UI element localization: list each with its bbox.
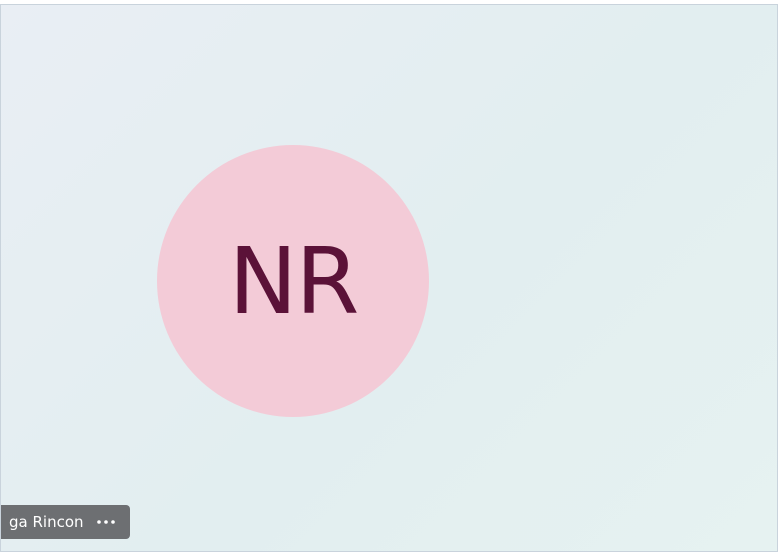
participant-name-label: ga Rincon xyxy=(9,513,84,531)
participant-avatar: NR xyxy=(157,145,429,417)
more-options-button[interactable] xyxy=(94,512,118,532)
participant-video-tile[interactable]: NR ga Rincon xyxy=(0,4,778,552)
more-horizontal-icon xyxy=(96,520,115,524)
avatar-initials: NR xyxy=(228,228,360,335)
participant-name-pill: ga Rincon xyxy=(1,505,130,539)
